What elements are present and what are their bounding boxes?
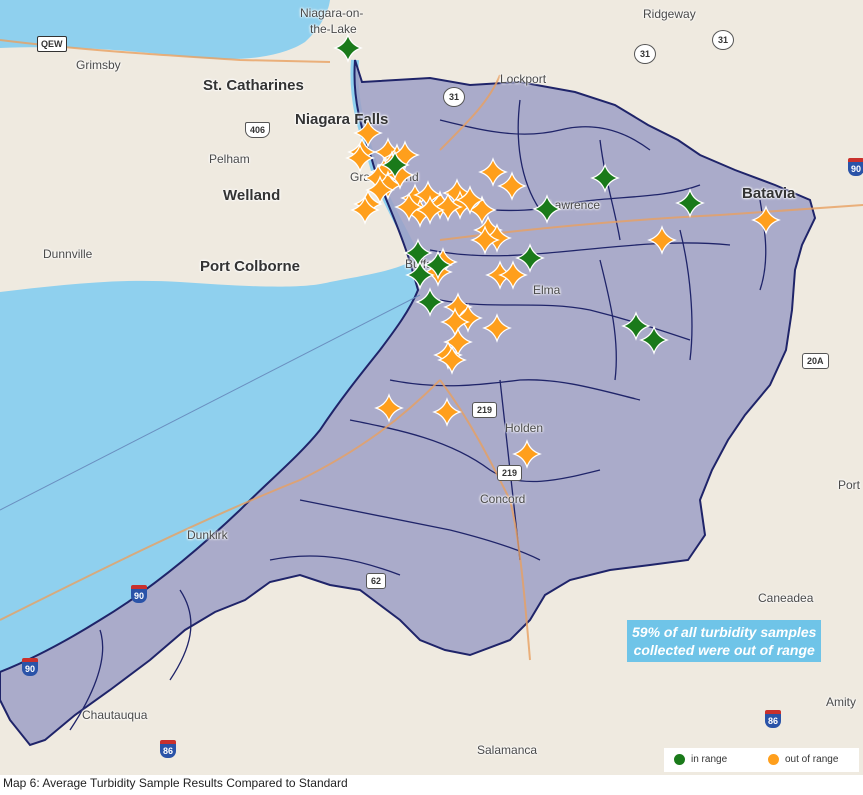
legend-out-of-range: out of range	[768, 754, 838, 765]
legend-in-range-label: in range	[691, 754, 728, 765]
marker-out-of-range	[432, 397, 462, 427]
out-of-range-swatch	[768, 754, 779, 765]
marker-out-of-range	[512, 439, 542, 469]
marker-out-of-range	[482, 313, 512, 343]
marker-out-of-range	[647, 225, 677, 255]
callout-line-2: collected were out of range	[633, 642, 815, 658]
legend-out-of-range-label: out of range	[785, 754, 839, 765]
turbidity-callout: 59% of all turbidity samples collected w…	[627, 620, 822, 662]
in-range-swatch	[674, 754, 685, 765]
marker-out-of-range	[498, 260, 528, 290]
marker-out-of-range	[374, 393, 404, 423]
marker-out-of-range	[478, 157, 508, 187]
marker-in-range	[621, 311, 651, 341]
marker-in-range	[675, 188, 705, 218]
marker-in-range	[403, 238, 433, 268]
marker-in-range	[515, 243, 545, 273]
marker-out-of-range	[353, 118, 383, 148]
marker-in-range	[333, 33, 363, 63]
marker-out-of-range	[751, 205, 781, 235]
marker-in-range	[415, 287, 445, 317]
marker-in-range	[590, 163, 620, 193]
legend: in range out of range	[664, 748, 859, 772]
map-caption: Map 6: Average Turbidity Sample Results …	[3, 776, 348, 790]
marker-in-range	[532, 194, 562, 224]
map-frame[interactable]: Niagara-on- the-Lake Ridgeway Grimsby St…	[0, 0, 863, 775]
marker-in-range	[639, 325, 669, 355]
marker-out-of-range	[497, 171, 527, 201]
callout-line-1: 59% of all turbidity samples	[632, 624, 817, 640]
legend-in-range: in range	[674, 754, 727, 765]
